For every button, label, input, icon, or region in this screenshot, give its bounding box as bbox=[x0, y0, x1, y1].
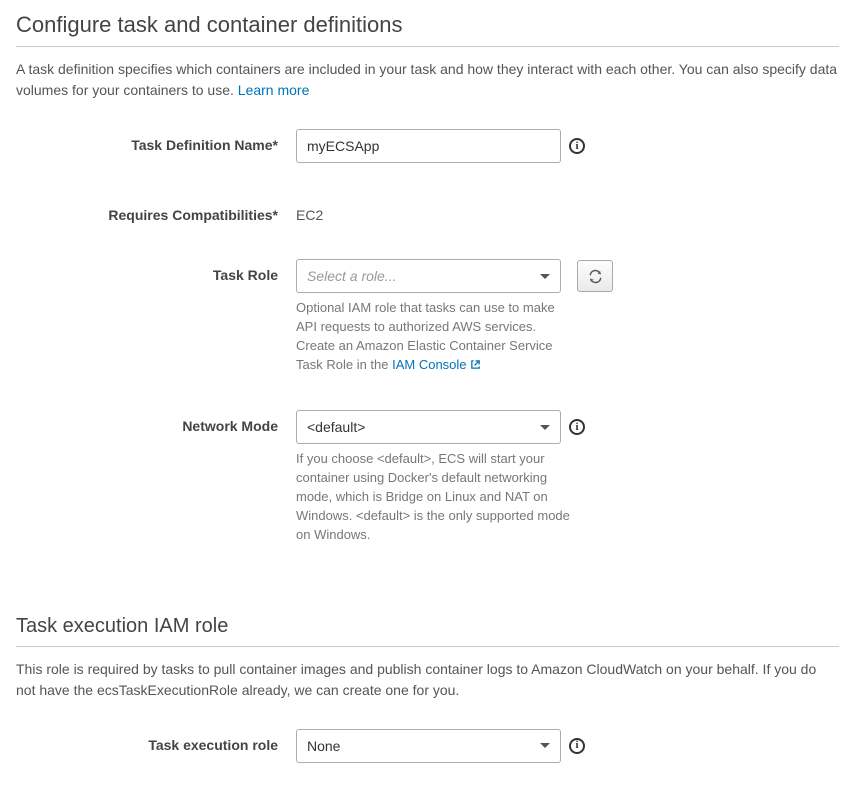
network-mode-help: If you choose <default>, ECS will start … bbox=[296, 450, 576, 544]
info-icon[interactable]: i bbox=[569, 138, 585, 154]
label-requires-compatibilities: Requires Compatibilities* bbox=[16, 199, 296, 223]
section-configure-desc-text: A task definition specifies which contai… bbox=[16, 61, 837, 98]
learn-more-link[interactable]: Learn more bbox=[238, 82, 310, 98]
task-role-help: Optional IAM role that tasks can use to … bbox=[296, 299, 576, 374]
chevron-down-icon bbox=[540, 743, 550, 748]
row-network-mode: Network Mode <default> i If you choose <… bbox=[16, 410, 839, 544]
label-task-role: Task Role bbox=[16, 259, 296, 283]
section-exec-desc: This role is required by tasks to pull c… bbox=[16, 659, 839, 701]
chevron-down-icon bbox=[540, 274, 550, 279]
label-network-mode: Network Mode bbox=[16, 410, 296, 434]
task-role-placeholder: Select a role... bbox=[307, 268, 397, 284]
section-configure-desc: A task definition specifies which contai… bbox=[16, 59, 839, 101]
requires-compatibilities-value: EC2 bbox=[296, 199, 839, 223]
info-icon[interactable]: i bbox=[569, 419, 585, 435]
row-task-execution-role: Task execution role None i bbox=[16, 729, 839, 763]
network-mode-select[interactable]: <default> bbox=[296, 410, 561, 444]
iam-console-link[interactable]: IAM Console bbox=[392, 357, 480, 372]
info-icon[interactable]: i bbox=[569, 738, 585, 754]
row-requires-compatibilities: Requires Compatibilities* EC2 bbox=[16, 199, 839, 223]
chevron-down-icon bbox=[540, 425, 550, 430]
row-task-definition-name: Task Definition Name* i bbox=[16, 129, 839, 163]
task-execution-role-select[interactable]: None bbox=[296, 729, 561, 763]
external-link-icon bbox=[470, 359, 481, 370]
task-definition-name-input[interactable] bbox=[296, 129, 561, 163]
section-title-task-exec-role: Task execution IAM role bbox=[16, 615, 839, 647]
label-task-execution-role: Task execution role bbox=[16, 729, 296, 753]
network-mode-value: <default> bbox=[307, 419, 365, 435]
task-role-select[interactable]: Select a role... bbox=[296, 259, 561, 293]
refresh-icon bbox=[588, 269, 603, 284]
row-task-role: Task Role Select a role... Optional IAM … bbox=[16, 259, 839, 374]
refresh-button[interactable] bbox=[577, 260, 613, 292]
label-task-definition-name: Task Definition Name* bbox=[16, 129, 296, 153]
task-execution-role-value: None bbox=[307, 738, 340, 754]
section-title-configure: Configure task and container definitions bbox=[16, 12, 839, 47]
